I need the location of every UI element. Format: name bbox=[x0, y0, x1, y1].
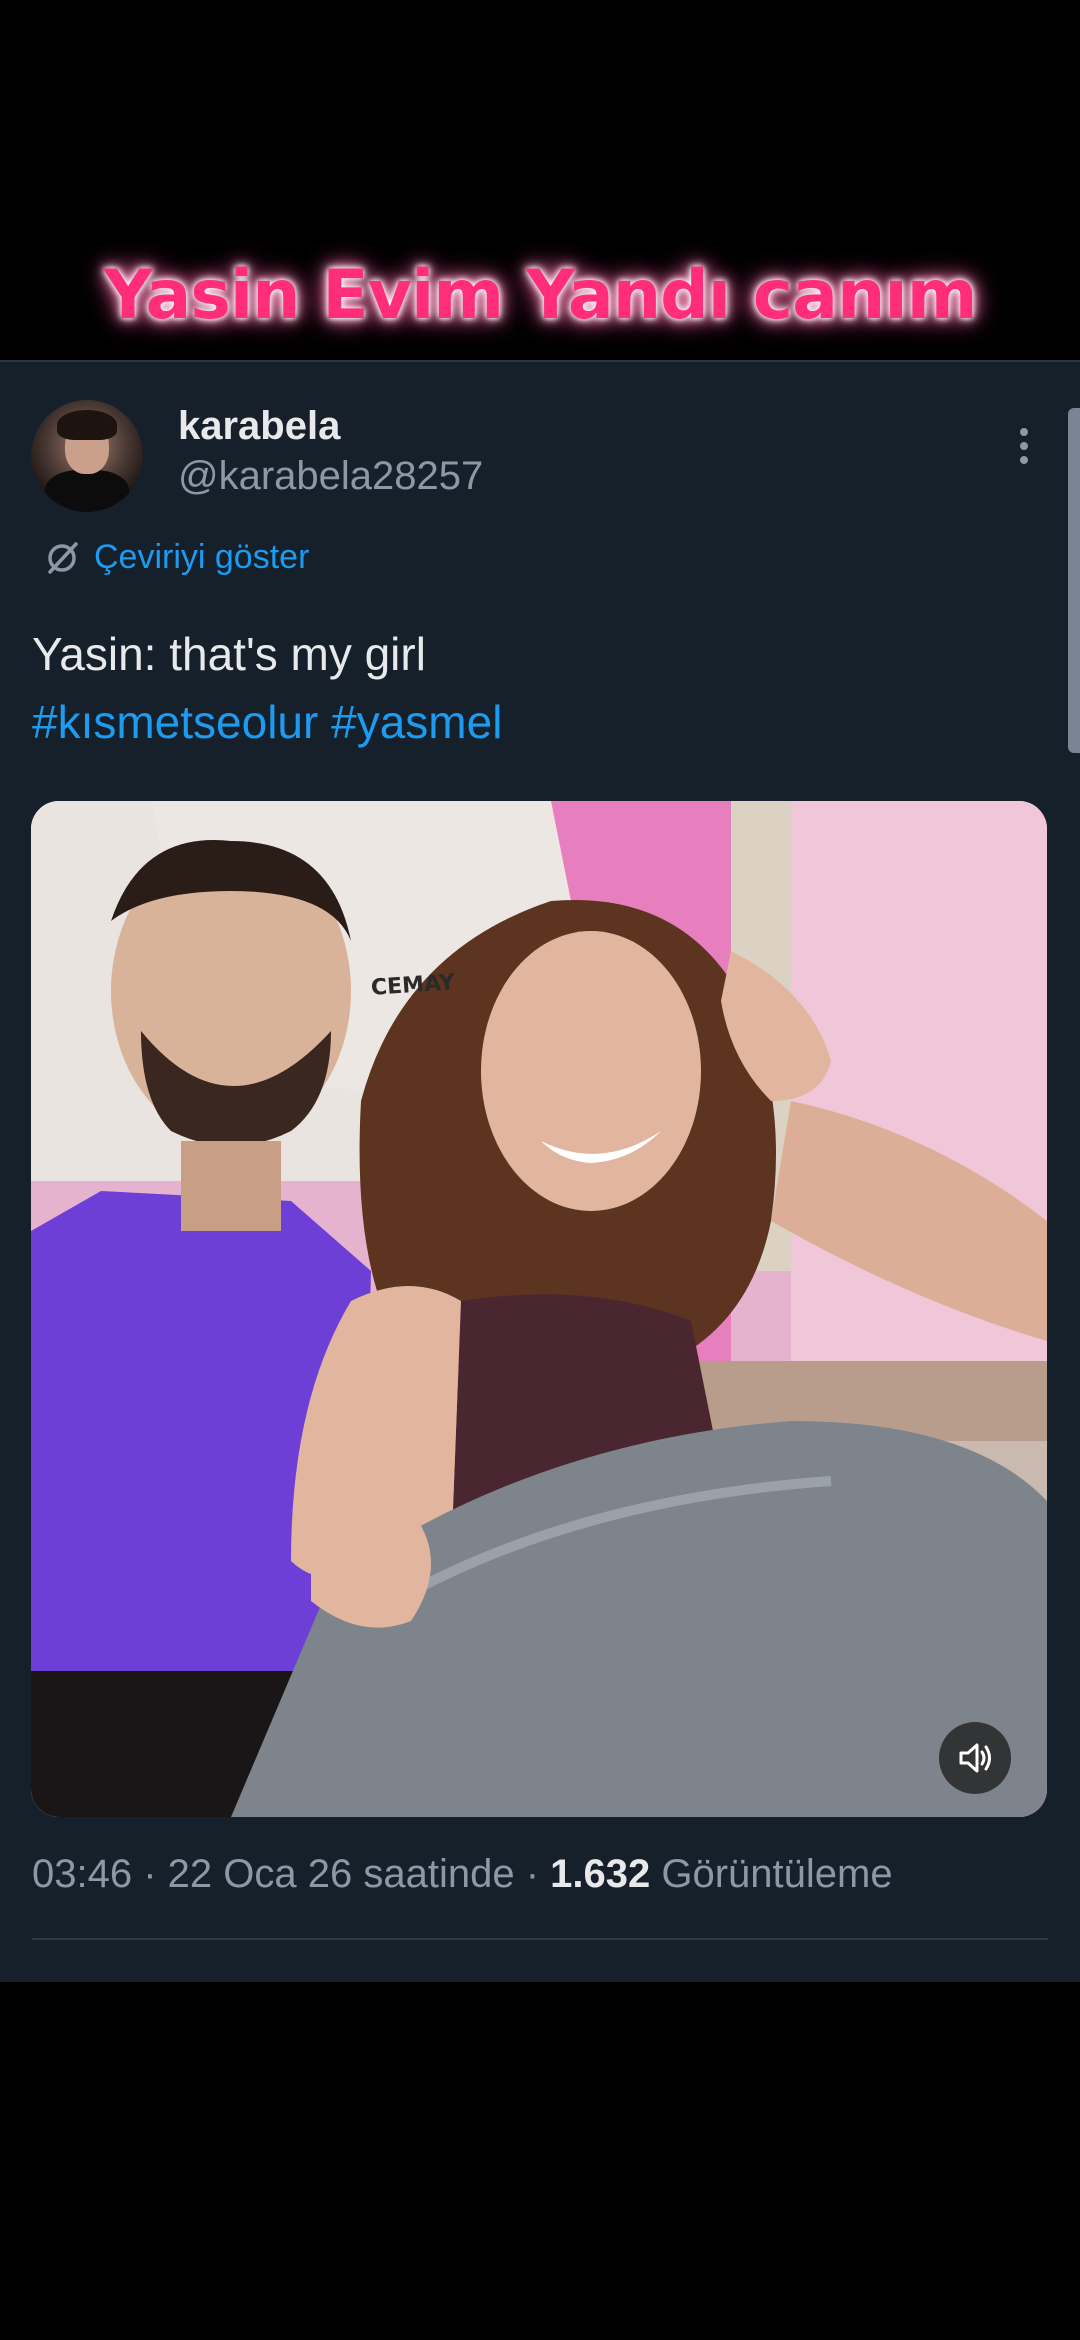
avatar-body-shape bbox=[45, 470, 129, 512]
scrollbar[interactable] bbox=[1068, 408, 1080, 753]
tweet-date[interactable]: 22 Oca 26 saatinde bbox=[168, 1852, 515, 1896]
video-frame-illustration bbox=[31, 801, 1047, 1817]
show-translation-label: Çeviriyi göster bbox=[94, 538, 310, 576]
volume-icon bbox=[959, 1743, 991, 1773]
views-count[interactable]: 1.632 bbox=[550, 1852, 650, 1896]
tweet-video[interactable]: CEMAY bbox=[31, 801, 1047, 1817]
avatar-hair-shape bbox=[57, 410, 117, 440]
author-handle[interactable]: @karabela28257 bbox=[178, 454, 483, 499]
screen: Yasin Evim Yandı canım karabela @karabel… bbox=[0, 0, 1080, 2340]
divider bbox=[32, 1938, 1048, 1940]
meta-separator: · bbox=[514, 1852, 551, 1896]
video-overlay-caption: Yasin Evim Yandı canım bbox=[103, 256, 977, 335]
tweet-text-line: Yasin: that's my girl bbox=[32, 628, 426, 680]
tweet-metadata: 03:46 · 22 Oca 26 saatinde · 1.632 Görün… bbox=[32, 1852, 893, 1897]
views-label[interactable]: Görüntüleme bbox=[661, 1852, 892, 1896]
author-display-name[interactable]: karabela bbox=[178, 404, 340, 449]
mute-toggle-button[interactable] bbox=[939, 1722, 1011, 1794]
hashtag-yasmel[interactable]: #yasmel bbox=[331, 696, 502, 748]
show-translation-button[interactable]: Çeviriyi göster bbox=[44, 538, 309, 577]
hashtag-kismetseolur[interactable]: #kısmetseolur bbox=[32, 696, 318, 748]
avatar[interactable] bbox=[31, 400, 143, 512]
vertical-ellipsis-icon[interactable] bbox=[1010, 424, 1038, 468]
translate-icon bbox=[48, 541, 78, 574]
meta-separator: · bbox=[132, 1852, 168, 1896]
tweet-time[interactable]: 03:46 bbox=[32, 1852, 132, 1896]
tweet-text: Yasin: that's my girl #kısmetseolur #yas… bbox=[32, 620, 1032, 756]
tweet-hashtags: #kısmetseolur #yasmel bbox=[32, 688, 1032, 756]
